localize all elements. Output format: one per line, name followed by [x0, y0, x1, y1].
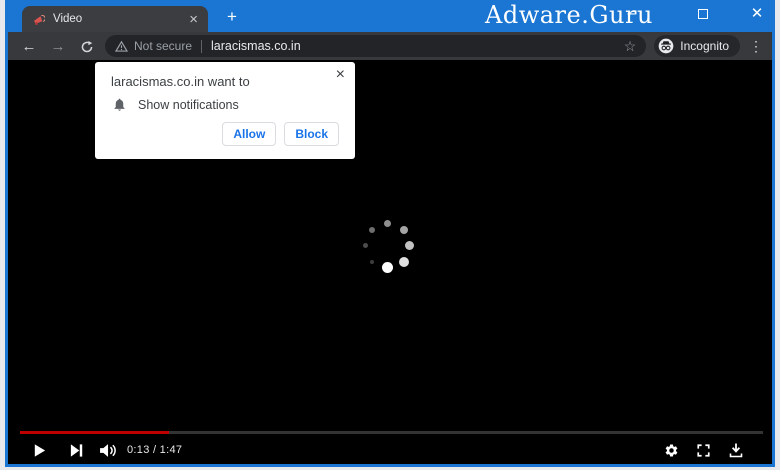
volume-button[interactable]	[99, 436, 118, 464]
dialog-close-icon[interactable]: ×	[336, 67, 345, 83]
permission-text: Show notifications	[138, 98, 239, 112]
incognito-icon	[658, 38, 674, 54]
maximize-button[interactable]	[688, 0, 718, 30]
tab-video[interactable]: Video ×	[22, 6, 208, 32]
incognito-badge: Incognito	[654, 35, 740, 57]
minimize-button[interactable]: –	[617, 0, 647, 30]
page-content: × laracismas.co.in want to Show notifica…	[8, 60, 772, 464]
security-status: Not secure	[134, 39, 192, 53]
address-bar[interactable]: Not secure laracismas.co.in ☆	[105, 35, 646, 57]
reload-button[interactable]	[76, 38, 98, 55]
back-button[interactable]: ←	[18, 38, 40, 55]
bookmark-star-icon[interactable]: ☆	[622, 38, 639, 55]
block-button[interactable]: Block	[284, 122, 339, 146]
next-button[interactable]	[69, 436, 84, 464]
fullscreen-button[interactable]	[696, 436, 711, 464]
site-favicon-icon	[32, 13, 45, 26]
play-button[interactable]	[32, 436, 47, 464]
forward-button[interactable]: →	[47, 38, 69, 55]
menu-button[interactable]: ⋮	[748, 38, 764, 55]
close-button[interactable]: ✕	[742, 0, 772, 30]
video-progress-bar[interactable]	[20, 431, 763, 434]
bell-icon	[112, 97, 127, 112]
allow-button[interactable]: Allow	[222, 122, 276, 146]
browser-toolbar: ← → Not secure laracismas.co.in ☆	[8, 32, 772, 60]
player-controls: 0:13 / 1:47	[8, 436, 772, 464]
incognito-label: Incognito	[680, 39, 729, 53]
url-text: laracismas.co.in	[211, 39, 301, 53]
maximize-icon	[698, 9, 708, 19]
time-display: 0:13 / 1:47	[127, 436, 182, 464]
dialog-title: laracismas.co.in want to	[111, 74, 250, 89]
browser-window: Video × + Adware.Guru – ✕ ← → No	[5, 0, 775, 467]
new-tab-button[interactable]: +	[220, 5, 244, 29]
notification-permission-dialog: × laracismas.co.in want to Show notifica…	[95, 62, 355, 159]
window-titlebar: Video × + Adware.Guru – ✕	[5, 0, 775, 32]
tab-close-icon[interactable]: ×	[187, 12, 200, 27]
download-button[interactable]	[728, 436, 744, 464]
tab-title: Video	[53, 13, 187, 25]
omnibox-divider	[201, 40, 202, 53]
settings-button[interactable]	[664, 436, 679, 464]
progress-played	[20, 431, 169, 434]
not-secure-warning-icon	[115, 40, 128, 53]
reload-icon	[80, 40, 94, 54]
